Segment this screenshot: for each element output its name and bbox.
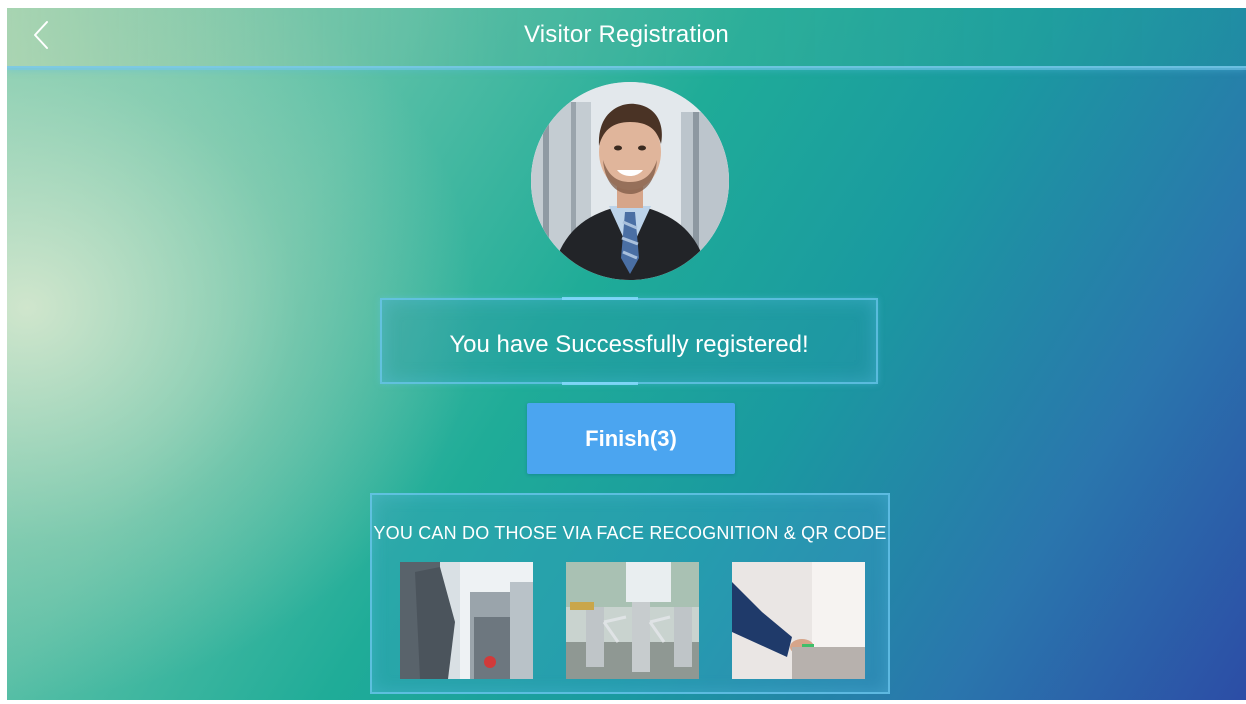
visitor-registration-screen: Visitor Registration You have Successful… <box>7 8 1246 700</box>
success-message-box: You have Successfully registered! <box>380 297 878 385</box>
success-message: You have Successfully registered! <box>449 331 809 358</box>
card-reader-image <box>732 562 865 679</box>
page-title: Visitor Registration <box>524 21 729 48</box>
turnstile-entry-image <box>400 562 533 679</box>
access-methods-caption: YOU CAN DO THOSE VIA FACE RECOGNITION & … <box>373 523 887 543</box>
visitor-photo <box>531 82 729 280</box>
avatar <box>531 82 729 280</box>
tripod-turnstile-image <box>566 562 699 679</box>
finish-button[interactable]: Finish(3) <box>527 403 735 474</box>
header-bar: Visitor Registration <box>7 8 1246 68</box>
access-methods-panel: YOU CAN DO THOSE VIA FACE RECOGNITION & … <box>370 493 890 694</box>
header-divider <box>7 68 1246 70</box>
